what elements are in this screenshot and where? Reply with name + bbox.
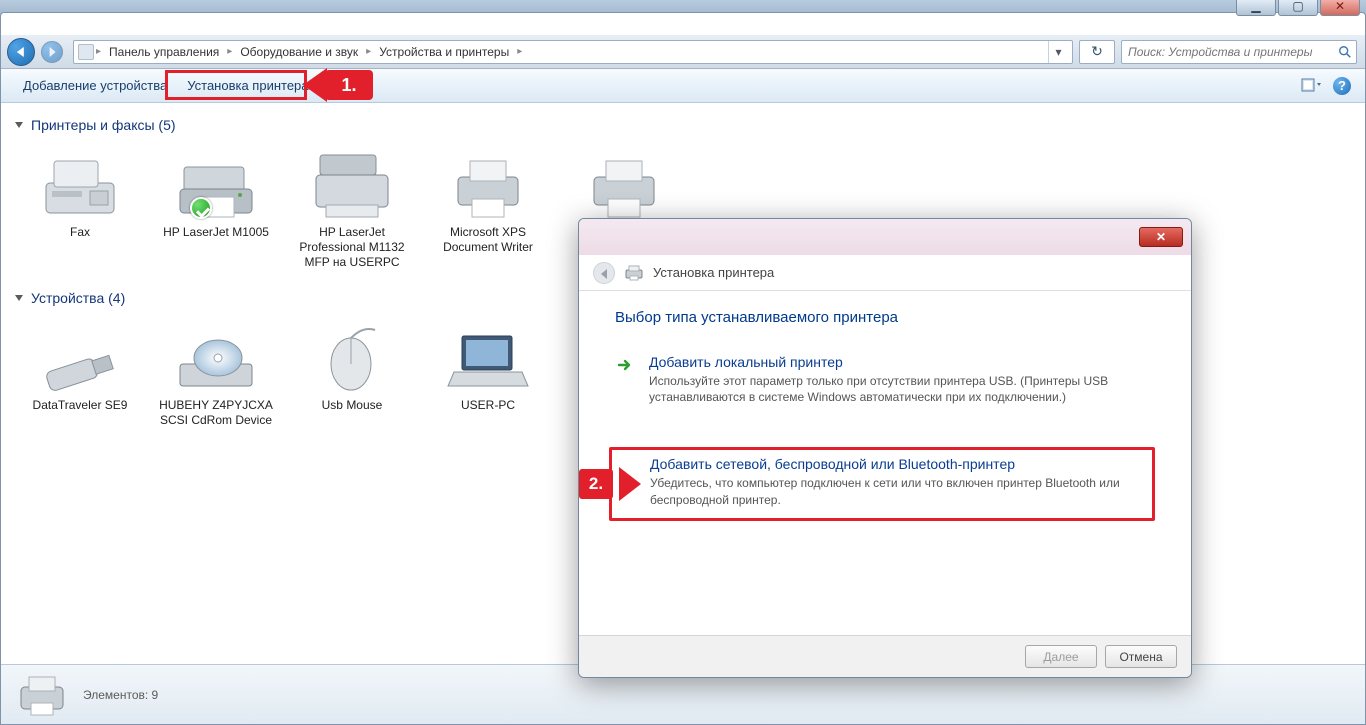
next-button[interactable]: Далее <box>1025 645 1097 668</box>
chevron-right-icon: ▸ <box>96 46 101 57</box>
device-label: HP LaserJet Professional M1132 MFP на US… <box>292 225 412 270</box>
navigation-bar: ▸ Панель управления ▸ Оборудование и зву… <box>1 35 1365 69</box>
mfp-icon <box>310 143 394 221</box>
dialog-body: Выбор типа устанавливаемого принтера Доб… <box>579 291 1191 535</box>
device-item[interactable]: USER-PC <box>433 316 543 428</box>
address-dropdown-button[interactable]: ▾ <box>1048 41 1068 63</box>
laptop-icon <box>446 316 530 394</box>
address-bar[interactable]: ▸ Панель управления ▸ Оборудование и зву… <box>73 40 1073 64</box>
printer-icon <box>446 143 530 221</box>
device-item[interactable]: Usb Mouse <box>297 316 407 428</box>
details-icon <box>17 673 67 717</box>
details-count-label: Элементов: 9 <box>83 688 158 702</box>
add-printer-button[interactable]: Установка принтера <box>177 69 318 102</box>
dialog-close-button[interactable]: ✕ <box>1139 227 1183 247</box>
dialog-title: Установка принтера <box>653 265 774 280</box>
device-label: HP LaserJet M1005 <box>156 225 276 240</box>
window-minimize-button[interactable]: ▁ <box>1236 0 1276 16</box>
mouse-icon <box>310 316 394 394</box>
printer-icon <box>582 143 666 221</box>
dialog-header: Установка принтера <box>579 255 1191 291</box>
view-options-button[interactable] <box>1301 76 1323 96</box>
option-description: Используйте этот параметр только при отс… <box>649 373 1149 405</box>
device-item[interactable]: HP LaserJet M1005 <box>161 143 271 270</box>
breadcrumb-segment[interactable]: Устройства и принтеры <box>373 45 515 59</box>
optical-drive-icon <box>174 316 258 394</box>
annotation-step2-label: 2. <box>579 469 613 499</box>
device-label: DataTraveler SE9 <box>20 398 140 413</box>
location-icon <box>78 44 94 60</box>
chevron-right-icon: ▸ <box>366 46 371 57</box>
dialog-heading: Выбор типа устанавливаемого принтера <box>615 309 1155 326</box>
device-label: USER-PC <box>428 398 548 413</box>
option-title: Добавить сетевой, беспроводной или Bluet… <box>650 456 1144 472</box>
search-box[interactable] <box>1121 40 1357 64</box>
add-device-button[interactable]: Добавление устройства <box>13 69 177 102</box>
option-local-printer[interactable]: Добавить локальный принтер Используйте э… <box>615 348 1155 421</box>
window-maximize-button[interactable]: ▢ <box>1278 0 1318 16</box>
group-title: Устройства (4) <box>31 290 125 306</box>
device-item[interactable]: DataTraveler SE9 <box>25 316 135 428</box>
command-bar: Добавление устройства Установка принтера… <box>1 69 1365 103</box>
group-title: Принтеры и факсы (5) <box>31 117 176 133</box>
device-label: Usb Mouse <box>292 398 412 413</box>
dialog-back-button[interactable] <box>593 262 615 284</box>
arrow-right-icon <box>617 354 637 405</box>
cancel-button[interactable]: Отмена <box>1105 645 1177 668</box>
nav-forward-button[interactable] <box>41 41 63 63</box>
usb-drive-icon <box>38 316 122 394</box>
device-label: Microsoft XPS Document Writer <box>428 225 548 255</box>
option-description: Убедитесь, что компьютер подключен к сет… <box>650 475 1144 507</box>
search-input[interactable] <box>1122 41 1356 63</box>
option-title: Добавить локальный принтер <box>649 354 1149 370</box>
add-printer-dialog: ✕ Установка принтера Выбор типа устанавл… <box>578 218 1192 678</box>
device-item[interactable]: HP LaserJet Professional M1132 MFP на US… <box>297 143 407 270</box>
chevron-right-icon: ▸ <box>517 46 522 57</box>
nav-back-button[interactable] <box>7 38 35 66</box>
device-item[interactable]: HUBEHY Z4PYJCXA SCSI CdRom Device <box>161 316 271 428</box>
chevron-right-icon: ▸ <box>227 46 232 57</box>
option-network-printer[interactable]: Добавить сетевой, беспроводной или Bluet… <box>618 456 1144 507</box>
printer-icon <box>174 143 258 221</box>
breadcrumb-segment[interactable]: Панель управления <box>103 45 225 59</box>
annotation-step1-label: 1. <box>325 70 373 100</box>
window-close-button[interactable]: ✕ <box>1320 0 1360 16</box>
help-icon[interactable]: ? <box>1333 77 1351 95</box>
search-icon <box>1338 45 1352 59</box>
annotation-highlight-2: Добавить сетевой, беспроводной или Bluet… <box>609 447 1155 520</box>
printer-icon <box>625 265 643 281</box>
device-item[interactable]: Microsoft XPS Document Writer <box>433 143 543 270</box>
fax-icon <box>38 143 122 221</box>
breadcrumb-segment[interactable]: Оборудование и звук <box>234 45 364 59</box>
collapse-icon <box>15 295 23 301</box>
device-label: HUBEHY Z4PYJCXA SCSI CdRom Device <box>156 398 276 428</box>
default-check-icon <box>190 197 212 219</box>
device-item[interactable]: Fax <box>25 143 135 270</box>
dialog-titlebar[interactable]: ✕ <box>579 219 1191 255</box>
device-label: Fax <box>20 225 140 240</box>
group-header-printers[interactable]: Принтеры и факсы (5) <box>15 117 1351 133</box>
refresh-button[interactable]: ↻ <box>1079 40 1115 64</box>
dialog-footer: Далее Отмена <box>579 635 1191 677</box>
annotation-arrow-1: 1. <box>303 62 373 108</box>
collapse-icon <box>15 122 23 128</box>
annotation-arrow-2: 2. <box>579 463 629 505</box>
